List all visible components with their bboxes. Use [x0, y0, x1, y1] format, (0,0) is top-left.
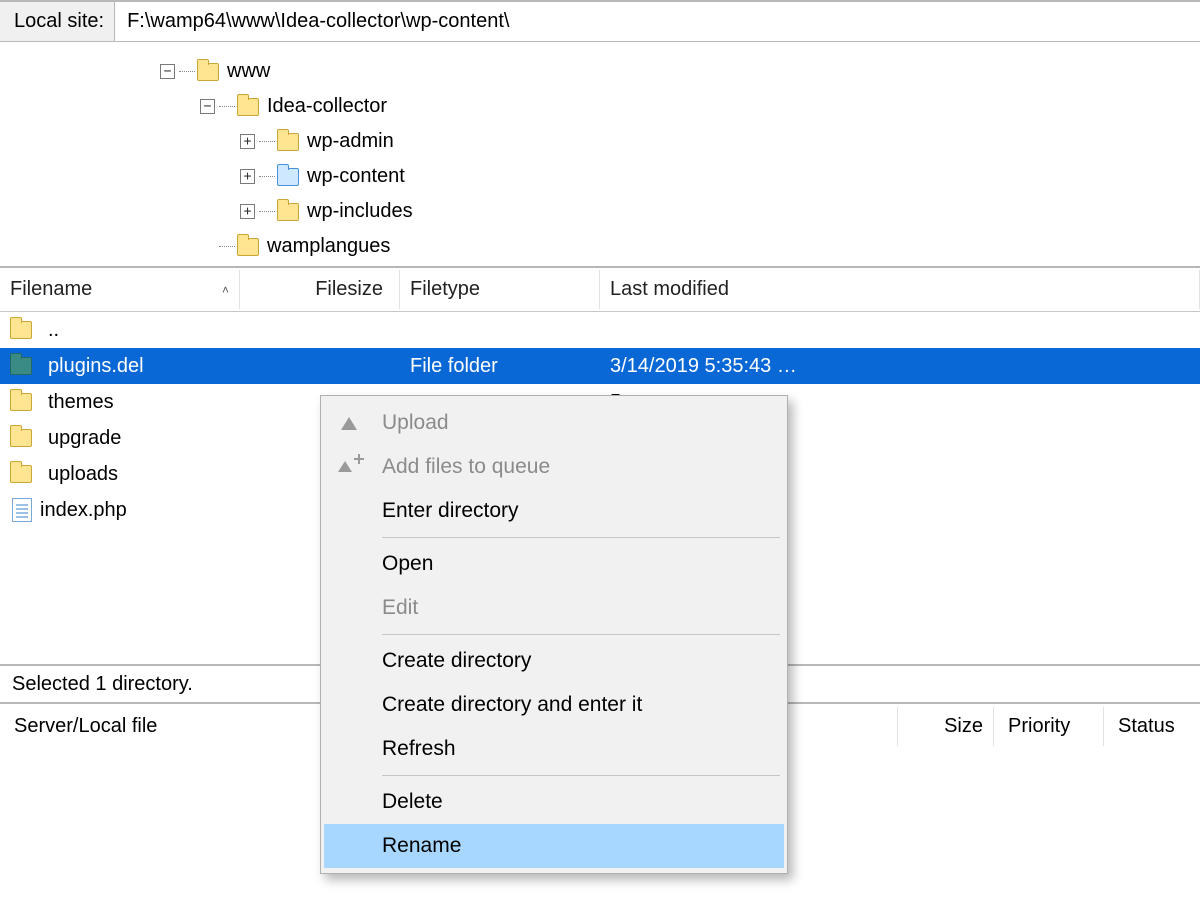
tree-label: wp-content [307, 165, 405, 188]
php-file-icon [12, 498, 32, 522]
ctx-open[interactable]: Open [324, 542, 784, 586]
folder-icon [237, 98, 259, 116]
col-filename-label: Filename [10, 278, 92, 301]
file-name: themes [48, 391, 114, 414]
ctx-enter-directory[interactable]: Enter directory [324, 489, 784, 533]
ctx-create-directory-enter[interactable]: Create directory and enter it [324, 683, 784, 727]
ctx-create-directory[interactable]: Create directory [324, 639, 784, 683]
expand-icon[interactable]: + [240, 204, 255, 219]
tree-node-wamplangues[interactable]: wamplangues [160, 229, 1200, 264]
tree-node-wp-includes[interactable]: + wp-includes [160, 194, 1200, 229]
tree-label: wp-includes [307, 200, 413, 223]
col-filesize[interactable]: Filesize [240, 270, 400, 309]
collapse-icon[interactable]: − [160, 64, 175, 79]
folder-icon [10, 321, 32, 339]
tree-connector [259, 141, 275, 142]
file-type [400, 326, 600, 334]
ctx-label: Rename [382, 834, 461, 858]
folder-icon [277, 168, 299, 186]
upload-icon [334, 417, 364, 430]
file-name: index.php [40, 499, 127, 522]
tcol-priority[interactable]: Priority [994, 707, 1104, 746]
folder-icon [10, 357, 32, 375]
folder-icon [277, 203, 299, 221]
file-name: uploads [48, 463, 118, 486]
ctx-label: Upload [382, 411, 449, 435]
file-name: upgrade [48, 427, 121, 450]
ctx-add-files-to-queue[interactable]: Add files to queue [324, 445, 784, 489]
tree-no-exp [200, 239, 215, 254]
folder-icon [10, 429, 32, 447]
tree-label: Idea-collector [267, 95, 387, 118]
add-to-queue-icon [334, 458, 364, 476]
tree-connector [219, 106, 235, 107]
file-columns-header: Filename ˄ Filesize Filetype Last modifi… [0, 268, 1200, 312]
ctx-upload[interactable]: Upload [324, 401, 784, 445]
ctx-separator [382, 775, 780, 776]
ctx-separator [382, 634, 780, 635]
folder-icon [10, 465, 32, 483]
col-filetype[interactable]: Filetype [400, 270, 600, 309]
tree-node-www[interactable]: − www [160, 54, 1200, 89]
local-site-label: Local site: [0, 2, 115, 41]
ctx-refresh[interactable]: Refresh [324, 727, 784, 771]
file-name: .. [48, 319, 59, 342]
sort-asc-icon: ˄ [222, 283, 229, 297]
list-item-plugins-del[interactable]: plugins.del File folder 3/14/2019 5:35:4… [0, 348, 1200, 384]
context-menu: Upload Add files to queue Enter director… [320, 395, 788, 874]
expand-icon[interactable]: + [240, 134, 255, 149]
ctx-label: Edit [382, 596, 418, 620]
ctx-label: Enter directory [382, 499, 519, 523]
file-modified: 3/14/2019 5:35:43 … [600, 351, 1200, 382]
tree-connector [259, 211, 275, 212]
tree-connector [259, 176, 275, 177]
file-size [240, 362, 400, 370]
tree-label: www [227, 60, 270, 83]
list-item-parent[interactable]: .. [0, 312, 1200, 348]
folder-tree[interactable]: − www − Idea-collector + wp-admin + wp-c… [0, 42, 1200, 268]
folder-icon [277, 133, 299, 151]
ctx-label: Open [382, 552, 433, 576]
folder-icon [197, 63, 219, 81]
local-site-bar: Local site: [0, 0, 1200, 42]
tree-label: wp-admin [307, 130, 394, 153]
local-site-path-input[interactable] [115, 2, 1200, 41]
file-modified [600, 326, 1200, 334]
col-last-modified[interactable]: Last modified [600, 270, 1200, 309]
tree-node-wp-content[interactable]: + wp-content [160, 159, 1200, 194]
ctx-delete[interactable]: Delete [324, 780, 784, 824]
tcol-size[interactable]: Size [898, 707, 994, 746]
tcol-status[interactable]: Status [1104, 707, 1200, 746]
ctx-label: Add files to queue [382, 455, 550, 479]
tree-node-wp-admin[interactable]: + wp-admin [160, 124, 1200, 159]
ctx-edit[interactable]: Edit [324, 586, 784, 630]
ctx-label: Create directory [382, 649, 531, 673]
tree-connector [219, 246, 235, 247]
ctx-separator [382, 537, 780, 538]
tree-connector [179, 71, 195, 72]
file-name: plugins.del [48, 355, 144, 378]
expand-icon[interactable]: + [240, 169, 255, 184]
ctx-rename[interactable]: Rename [324, 824, 784, 868]
tree-node-idea-collector[interactable]: − Idea-collector [160, 89, 1200, 124]
collapse-icon[interactable]: − [200, 99, 215, 114]
ctx-label: Delete [382, 790, 443, 814]
folder-icon [10, 393, 32, 411]
file-size [240, 326, 400, 334]
col-filename[interactable]: Filename ˄ [0, 270, 240, 309]
tree-label: wamplangues [267, 235, 390, 258]
ctx-label: Refresh [382, 737, 456, 761]
folder-icon [237, 238, 259, 256]
file-type: File folder [400, 351, 600, 382]
ctx-label: Create directory and enter it [382, 693, 642, 717]
